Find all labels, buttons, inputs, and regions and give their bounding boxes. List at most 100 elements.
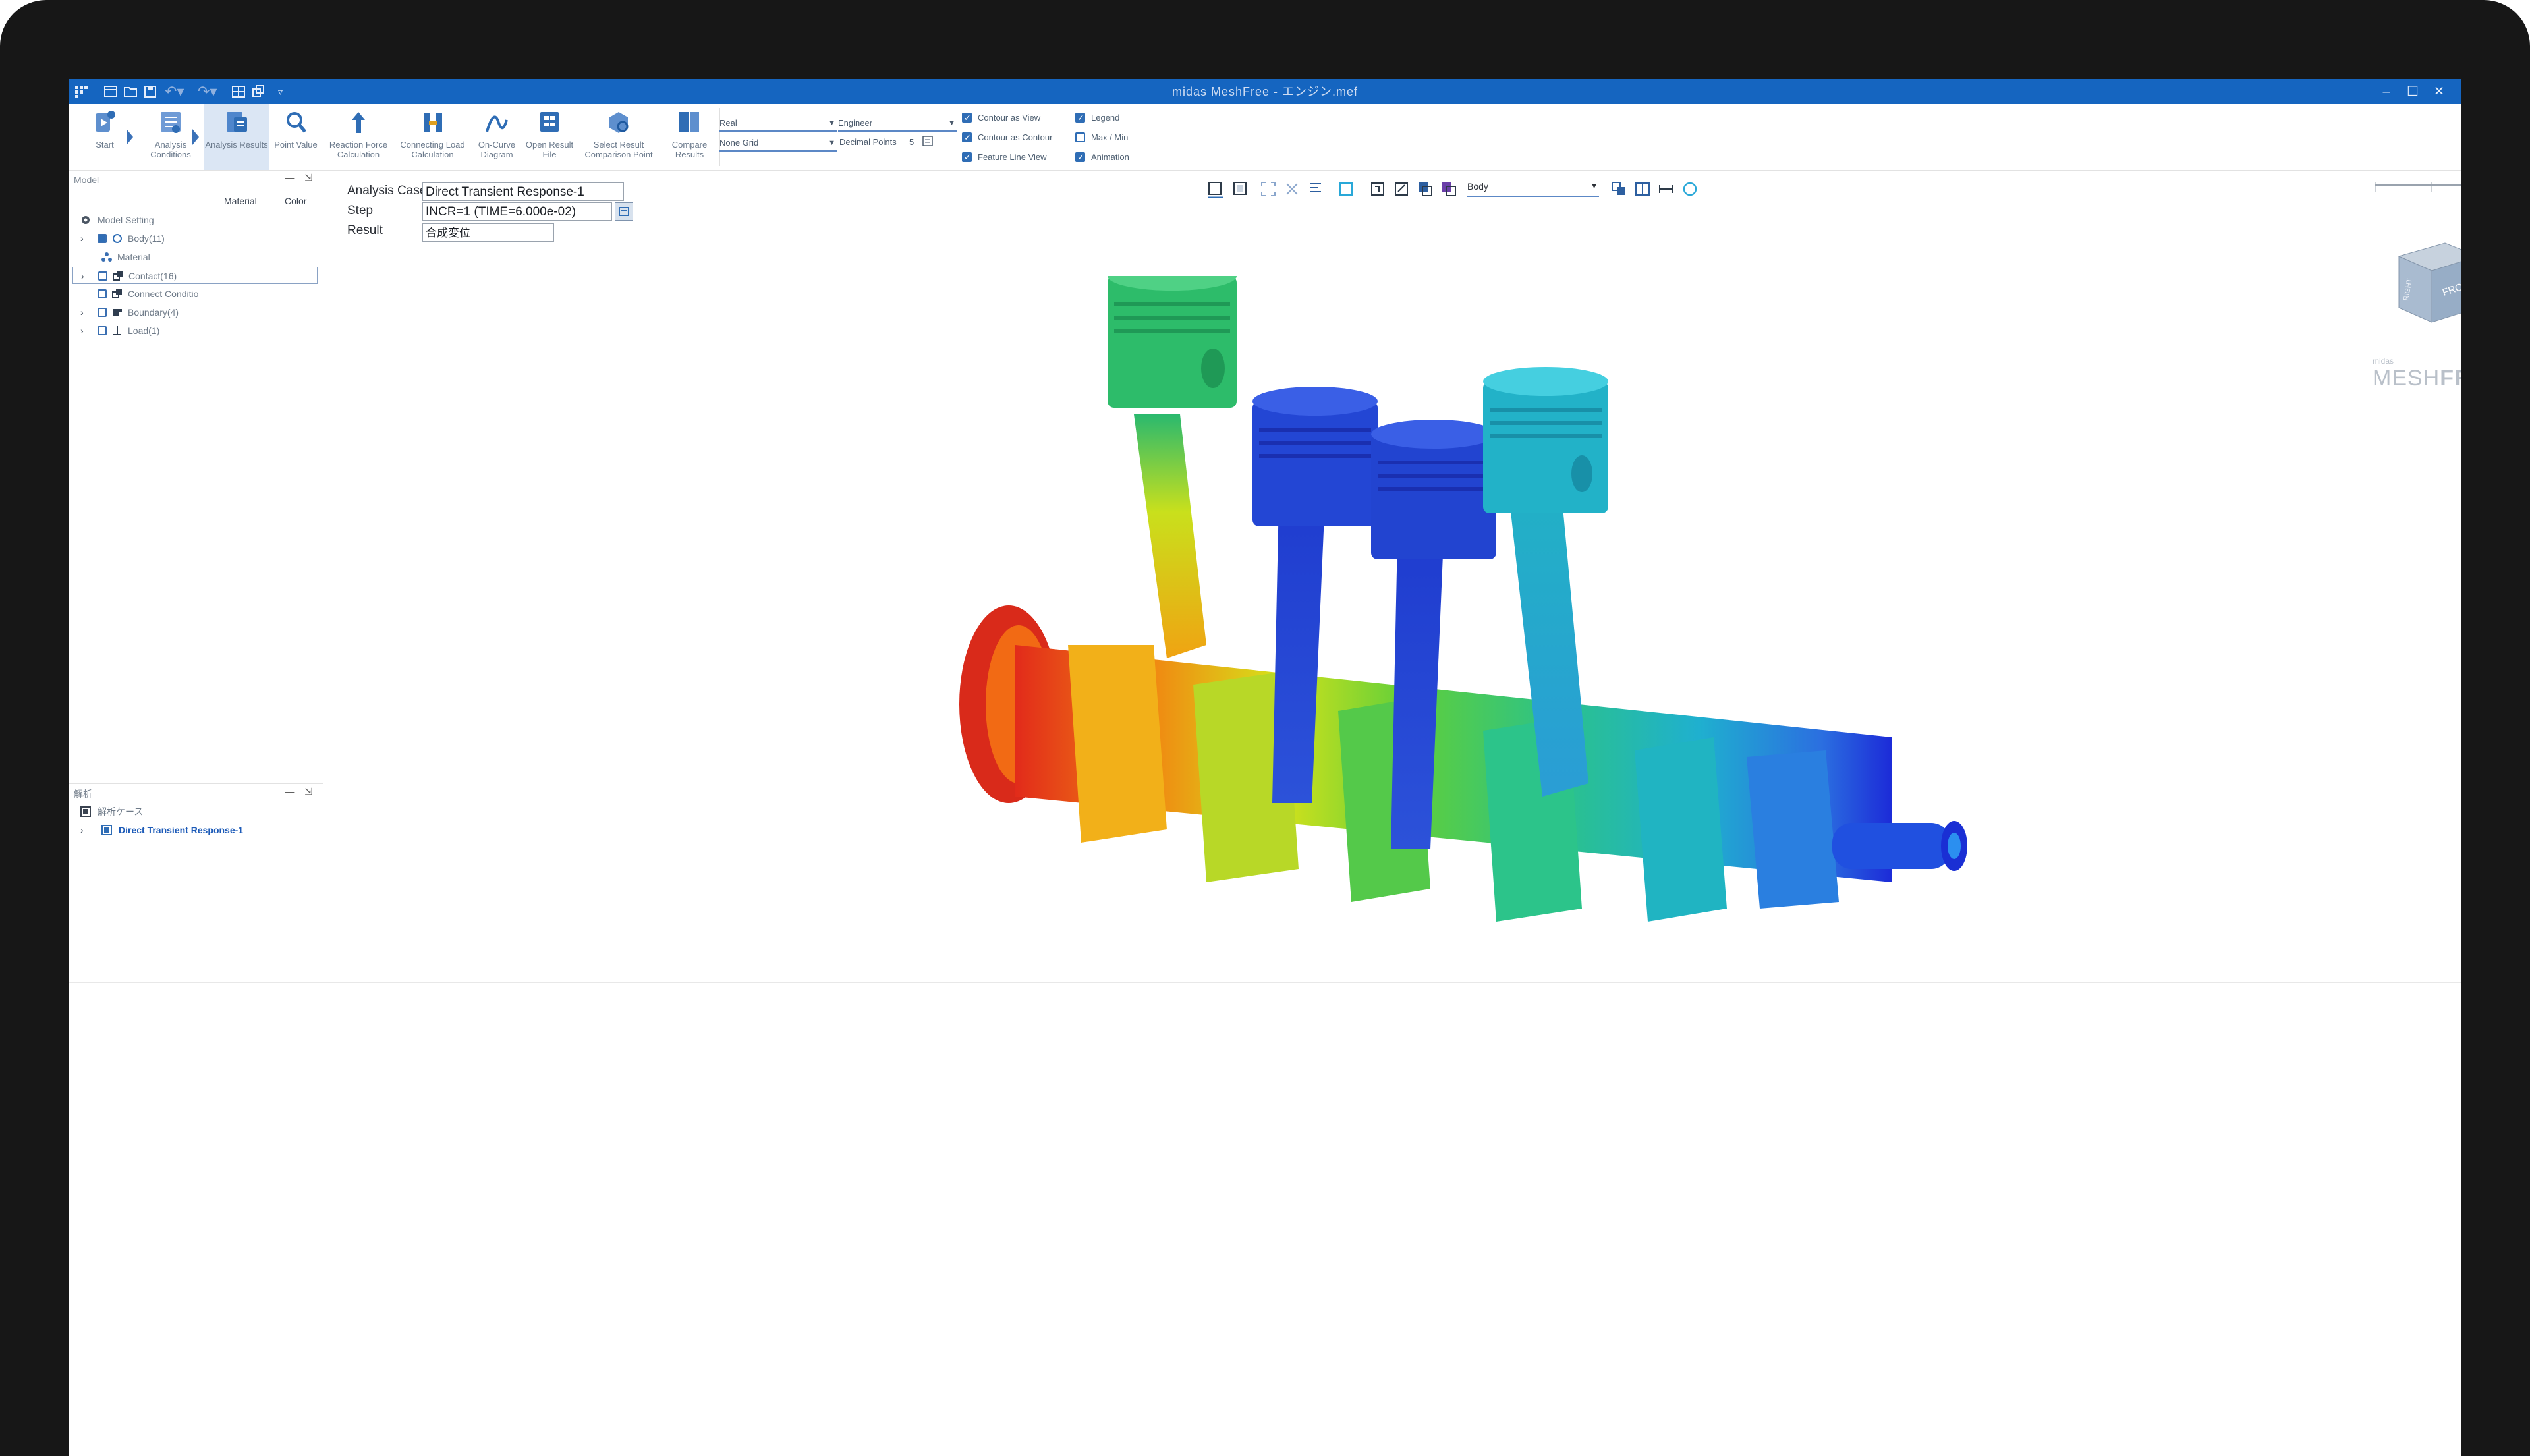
feature-line-view-checkbox[interactable]: Feature Line View [962, 150, 1047, 165]
tree-item-direct-transient[interactable]: › Direct Transient Response-1 [72, 822, 318, 839]
engine-contour-model[interactable] [916, 276, 2010, 1001]
piston-1[interactable] [1108, 276, 1237, 658]
spinner-icon[interactable] [922, 136, 933, 146]
on-curve-diagram-icon [486, 115, 508, 132]
decimal-points-value[interactable]: 5 [909, 137, 914, 147]
ribbon-point-value-button[interactable]: Point Value [269, 104, 322, 170]
body-icon [113, 234, 122, 243]
select-edge-icon[interactable] [1392, 180, 1411, 198]
minimize-icon[interactable]: – [2375, 82, 2398, 101]
analysis-case-field[interactable]: Direct Transient Response-1 [422, 182, 624, 201]
brand-logo: MESHFREE [2373, 366, 2461, 391]
select-face-icon[interactable] [1368, 180, 1387, 198]
color-column-header: Color [285, 196, 307, 206]
reaction-force-icon [352, 112, 365, 133]
analysis-case-label: Analysis Case [347, 184, 427, 198]
chevron-right-icon[interactable]: › [80, 322, 84, 339]
fit-selection-icon[interactable] [1283, 180, 1301, 198]
fit-all-icon[interactable] [1259, 180, 1278, 198]
contour-as-view-checkbox[interactable]: Contour as View [962, 111, 1040, 125]
load-icon [113, 326, 121, 335]
chevron-right-icon[interactable]: › [81, 267, 84, 285]
notation-select[interactable]: Engineer ▼ [838, 117, 957, 132]
grid-select[interactable]: None Grid ▼ [719, 137, 837, 152]
ribbon-on-curve-diagram-button[interactable]: On-Curve Diagram [470, 104, 523, 170]
tree-item-contact[interactable]: › Contact(16) [72, 267, 318, 284]
tree-item-model-setting[interactable]: Model Setting [72, 211, 318, 229]
ribbon-select-comparison-point-button[interactable]: Select Result Comparison Point [576, 104, 661, 170]
tree-item-body[interactable]: › Body(11) [72, 230, 318, 247]
crankshaft[interactable] [959, 605, 1967, 922]
panel-pin-icon[interactable]: — ⇲ [285, 172, 316, 183]
maximize-icon[interactable]: ☐ [2401, 82, 2425, 101]
contour-as-contour-checkbox[interactable]: Contour as Contour [962, 130, 1052, 145]
view-cube[interactable]: FRONT RIGHT Y [2379, 230, 2461, 335]
list-icon [619, 207, 629, 216]
max-min-checkbox[interactable]: Max / Min [1075, 130, 1128, 145]
comparison-point-icon [609, 112, 629, 133]
ribbon-analysis-results-button[interactable]: Analysis Results [204, 104, 269, 170]
chevron-right-icon[interactable]: › [80, 822, 84, 839]
step-picker-button[interactable] [615, 202, 633, 221]
app-window: ↶▾ ↷▾ ▿ midas MeshFree - エンジン.mef – ☐ ✕ … [69, 79, 2461, 1456]
boundary-visibility-checkbox[interactable] [98, 308, 107, 317]
step-field[interactable]: INCR=1 (TIME=6.000e-02) [422, 202, 612, 221]
load-visibility-checkbox[interactable] [98, 326, 107, 335]
ribbon-compare-results-button[interactable]: Compare Results [661, 104, 717, 170]
chevron-down-icon: ▼ [828, 119, 835, 127]
result-field[interactable]: 合成変位 [422, 223, 554, 242]
scale-bar [2373, 179, 2461, 200]
ribbon-open-result-file-button[interactable]: Open Result File [523, 104, 576, 170]
flow-arrow-icon [192, 129, 199, 145]
ribbon-toolbar: Start Analysis Conditions Analysis Resul… [69, 104, 2461, 171]
start-icon [96, 111, 115, 132]
chevron-down-icon: ▼ [1590, 182, 1598, 190]
select-node-icon[interactable] [1416, 180, 1434, 198]
boundary-icon [113, 309, 122, 316]
select-multi-icon[interactable] [1440, 180, 1458, 198]
panel-pin-icon[interactable]: — ⇲ [285, 786, 316, 797]
analysis-panel-title: 解析 [74, 789, 92, 799]
rotate-center-icon[interactable] [1681, 180, 1699, 198]
shaded-view-icon[interactable] [1231, 180, 1250, 198]
selection-filter-select[interactable]: Body ▼ [1467, 181, 1599, 197]
step-label: Step [347, 204, 374, 217]
material-icon [101, 252, 112, 262]
chevron-right-icon[interactable]: › [80, 304, 84, 321]
tree-item-boundary[interactable]: › Boundary(4) [72, 304, 318, 321]
legend-checkbox[interactable]: Legend [1075, 111, 1119, 125]
split-view-icon[interactable] [1633, 180, 1652, 198]
animation-checkbox[interactable]: Animation [1075, 150, 1129, 165]
connect-visibility-checkbox[interactable] [98, 289, 107, 298]
select-body-icon[interactable] [1337, 180, 1355, 198]
wireframe-view-icon[interactable] [1206, 180, 1225, 198]
copy-view-icon[interactable] [1610, 180, 1628, 198]
tree-item-analysis-case-group[interactable]: 解析ケース [72, 803, 318, 820]
connect-condition-icon [112, 289, 122, 298]
result-label: Result [347, 223, 383, 237]
tree-item-load[interactable]: › Load(1) [72, 322, 318, 339]
contact-visibility-checkbox[interactable] [98, 271, 107, 281]
chevron-down-icon: ▼ [948, 119, 955, 127]
flow-arrow-icon [126, 129, 133, 145]
window-title: midas MeshFree - エンジン.mef [1171, 85, 1359, 98]
body-visibility-checkbox[interactable] [98, 234, 107, 243]
tree-item-material[interactable]: Material [72, 248, 318, 266]
tree-item-connect-condition[interactable]: Connect Conditio [72, 285, 318, 302]
chevron-down-icon: ▼ [828, 139, 835, 147]
chevron-right-icon[interactable]: › [80, 230, 84, 247]
measure-distance-icon[interactable] [1657, 180, 1675, 198]
decimal-points-label: Decimal Points [839, 137, 897, 147]
contact-icon [113, 271, 123, 281]
close-icon[interactable]: ✕ [2427, 82, 2451, 101]
brand-small-text: midas [2373, 356, 2394, 366]
ribbon-connecting-load-button[interactable]: Connecting Load Calculation [395, 104, 470, 170]
ribbon-reaction-force-button[interactable]: Reaction Force Calculation [322, 104, 395, 170]
open-result-file-icon [540, 112, 559, 132]
model-panel-title: Model [74, 175, 99, 185]
number-type-select[interactable]: Real ▼ [719, 117, 837, 132]
analysis-conditions-icon [161, 112, 181, 133]
compare-results-icon [679, 112, 699, 132]
align-view-icon[interactable] [1307, 180, 1325, 198]
analysis-results-icon [227, 112, 247, 132]
